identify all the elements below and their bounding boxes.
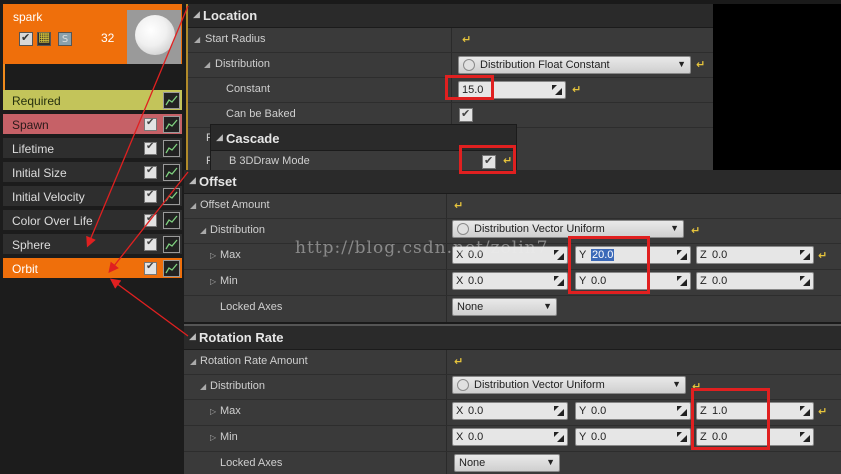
- annotation-arrows: [86, 5, 189, 337]
- annotation-arrow: [108, 171, 189, 274]
- annotation-arrow: [109, 278, 189, 337]
- annotation-arrow: [86, 5, 189, 248]
